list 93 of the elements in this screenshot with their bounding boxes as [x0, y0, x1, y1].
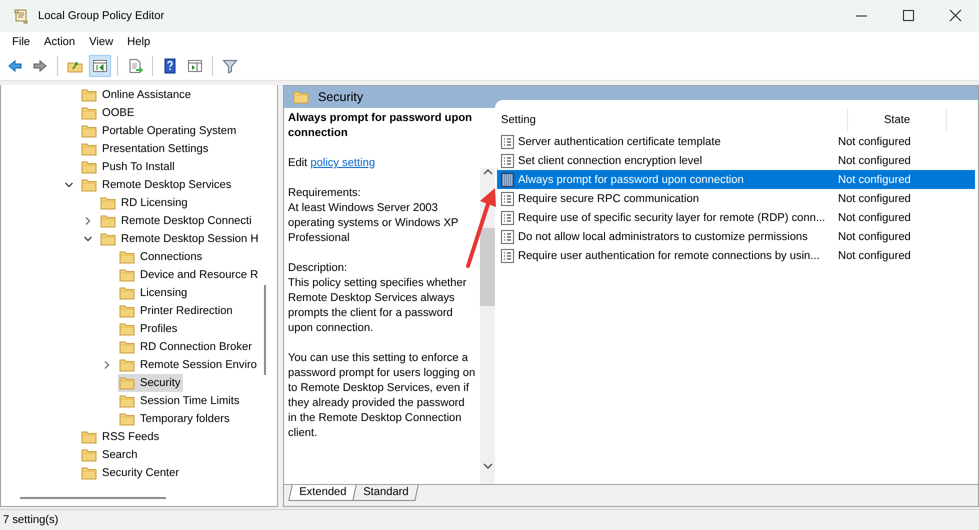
column-header[interactable]: Setting	[497, 109, 848, 131]
folder-icon	[81, 178, 97, 192]
menu-item[interactable]: File	[5, 36, 38, 48]
folder-icon	[81, 466, 97, 480]
tree-item[interactable]: Presentation Settings	[80, 140, 212, 158]
document-list-icon	[501, 134, 514, 148]
folder-icon	[119, 250, 135, 264]
scrollbar-thumb[interactable]	[480, 228, 495, 306]
tree-item[interactable]: Remote Desktop Connecti	[99, 212, 255, 230]
tree-item[interactable]: Push To Install	[80, 158, 178, 176]
setting-row[interactable]: Always prompt for password upon connection Not configured	[497, 170, 975, 189]
toolbar-button[interactable]	[89, 55, 111, 77]
menu-item[interactable]: Help	[120, 36, 158, 48]
tree-item[interactable]: Device and Resource R	[118, 266, 262, 284]
tab[interactable]: Standard	[352, 485, 420, 501]
panel-icon	[187, 58, 203, 74]
chevron-down-icon[interactable]	[83, 234, 93, 244]
tree-item[interactable]: Printer Redirection	[118, 302, 236, 320]
tree-item[interactable]: RD Connection Broker	[118, 338, 255, 356]
tree-item[interactable]: RSS Feeds	[80, 428, 162, 446]
folder-icon	[119, 322, 135, 336]
folder-icon	[119, 358, 135, 372]
setting-row[interactable]: Require user authentication for remote connections by usin... Not configured	[497, 246, 975, 265]
checkered-document-icon	[501, 172, 514, 186]
chevron-down-icon[interactable]	[482, 462, 492, 470]
forward-arrow-icon	[32, 58, 48, 74]
status-text: 7 setting(s)	[3, 514, 58, 526]
folder-icon	[119, 268, 135, 282]
folder-icon	[81, 430, 97, 444]
chevron-down-icon[interactable]	[64, 180, 74, 190]
folder-icon	[119, 376, 135, 390]
tree-item[interactable]: Portable Operating System	[80, 122, 240, 140]
tree-item[interactable]: Temporary folders	[118, 410, 233, 428]
panel-icon	[92, 58, 108, 74]
document-list-icon	[501, 230, 514, 244]
document-list-icon	[501, 210, 514, 224]
folder-icon	[81, 106, 97, 120]
scrollbar-thumb[interactable]	[264, 285, 266, 375]
help-icon	[162, 58, 178, 74]
folder-icon	[81, 88, 97, 102]
setting-row[interactable]: Set client connection encryption level Not configured	[497, 151, 975, 170]
chevron-right-icon[interactable]	[83, 216, 93, 226]
tree-item[interactable]: Profiles	[118, 320, 180, 338]
back-arrow-icon	[7, 58, 23, 74]
column-header[interactable]: State	[848, 109, 947, 131]
folder-icon	[100, 214, 116, 228]
tree-item[interactable]: Remote Desktop Session H	[99, 230, 262, 248]
tree-item[interactable]: Security	[118, 374, 184, 392]
folder-icon	[81, 448, 97, 462]
document-list-icon	[501, 154, 514, 168]
chevron-right-icon[interactable]	[102, 360, 112, 370]
tree-item[interactable]: Online Assistance	[80, 86, 194, 104]
folder-icon	[119, 394, 135, 408]
tree-item[interactable]: Search	[80, 446, 140, 464]
menu-item[interactable]: Action	[37, 36, 82, 48]
tree-item[interactable]: Licensing	[118, 284, 190, 302]
scroll-icon	[12, 7, 30, 25]
tab[interactable]: Extended	[288, 485, 357, 501]
document-arrow-icon	[127, 58, 143, 74]
setting-row[interactable]: Do not allow local administrators to customize permissions Not configured	[497, 227, 975, 246]
scrollbar-thumb[interactable]	[20, 497, 166, 499]
policy-title: Always prompt for password upon connection	[288, 111, 473, 141]
folder-icon	[81, 142, 97, 156]
setting-row[interactable]: Server authentication certificate template Not configured	[497, 132, 975, 151]
folder-icon	[119, 304, 135, 318]
folder-icon	[119, 340, 135, 354]
policy-setting-link[interactable]: policy setting	[310, 157, 376, 169]
tree-item[interactable]: Remote Session Enviro	[118, 356, 260, 374]
tree-item[interactable]: Remote Desktop Services	[80, 176, 234, 194]
chevron-up-icon[interactable]	[482, 168, 492, 176]
tree-item[interactable]: Session Time Limits	[118, 392, 242, 410]
window-title: Local Group Policy Editor	[38, 10, 166, 22]
folder-icon	[119, 286, 135, 300]
folder-icon	[119, 412, 135, 426]
description-text: You can use this setting to enforce a password prompt for users logging on to Remote Desktop Services, even if they already provided the password in the Remote Desktop Connection client.	[288, 351, 476, 441]
setting-row[interactable]: Require use of specific security layer for remote (RDP) conn... Not configured	[497, 208, 975, 227]
edit-label: Edit	[288, 157, 308, 169]
folder-icon	[81, 160, 97, 174]
tree-item[interactable]: OOBE	[80, 104, 138, 122]
tree-item[interactable]: RD Licensing	[99, 194, 191, 212]
folder-icon	[100, 196, 116, 210]
filter-icon	[222, 58, 238, 74]
setting-row[interactable]: Require secure RPC communication Not configured	[497, 189, 975, 208]
description-text: Requirements: At least Windows Server 2003 operating systems or Windows XP Professional	[288, 186, 460, 246]
description-text: Description: This policy setting specifies whether Remote Desktop Services always prompts the client for a password upon connection.	[288, 261, 468, 336]
folder-icon	[100, 232, 116, 246]
tree-item[interactable]: Security Center	[80, 464, 182, 482]
folder-icon	[81, 124, 97, 138]
menu-item[interactable]: View	[82, 36, 120, 48]
folder-icon	[293, 90, 309, 104]
document-list-icon	[501, 192, 514, 206]
tree-item[interactable]: Connections	[118, 248, 206, 266]
document-list-icon	[501, 248, 514, 262]
